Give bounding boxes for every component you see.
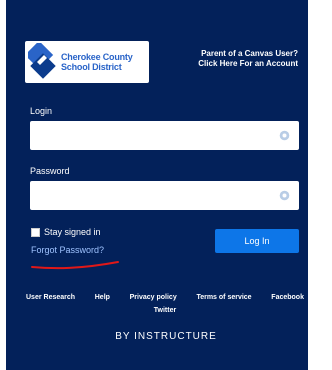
password-label: Password xyxy=(30,166,70,176)
log-in-button[interactable]: Log In xyxy=(215,229,299,253)
login-field[interactable] xyxy=(30,121,299,150)
stay-signed-in-checkbox[interactable] xyxy=(31,227,40,237)
footer-link-facebook[interactable]: Facebook xyxy=(271,294,304,301)
forgot-password-link[interactable]: Forgot Password? xyxy=(31,245,104,255)
login-input[interactable] xyxy=(30,121,276,148)
red-underline-annotation xyxy=(31,261,119,270)
stay-signed-in[interactable]: Stay signed in xyxy=(31,227,101,237)
parent-account-link[interactable]: Parent of a Canvas User? Click Here For … xyxy=(166,49,298,69)
login-panel: Cherokee County School District Parent o… xyxy=(6,0,308,370)
footer-link-terms-of-service[interactable]: Terms of service xyxy=(196,294,251,301)
password-field[interactable] xyxy=(30,181,299,210)
parent-link-line1[interactable]: Parent of a Canvas User? xyxy=(166,49,298,59)
cherokee-county-logo-icon xyxy=(28,43,56,79)
footer-row: User Research Help Privacy policy Terms … xyxy=(26,294,304,301)
stay-signed-in-label[interactable]: Stay signed in xyxy=(44,227,101,237)
footer-link-help[interactable]: Help xyxy=(95,294,110,301)
footer-links: User Research Help Privacy policy Terms … xyxy=(26,294,304,314)
instructure-brand: BY INSTRUCTURE xyxy=(115,331,217,342)
parent-link-line2[interactable]: Click Here For an Account xyxy=(166,59,298,69)
school-logo: Cherokee County School District xyxy=(25,41,149,83)
login-label: Login xyxy=(30,106,53,116)
school-name: Cherokee County School District xyxy=(61,52,133,72)
footer-link-user-research[interactable]: User Research xyxy=(26,294,75,301)
password-input[interactable] xyxy=(30,181,276,208)
keyboard-icon[interactable] xyxy=(279,130,290,141)
footer-link-twitter[interactable]: Twitter xyxy=(26,307,304,314)
school-name-line2: School District xyxy=(61,61,122,72)
keyboard-icon[interactable] xyxy=(279,190,290,201)
footer-link-privacy-policy[interactable]: Privacy policy xyxy=(130,294,177,301)
